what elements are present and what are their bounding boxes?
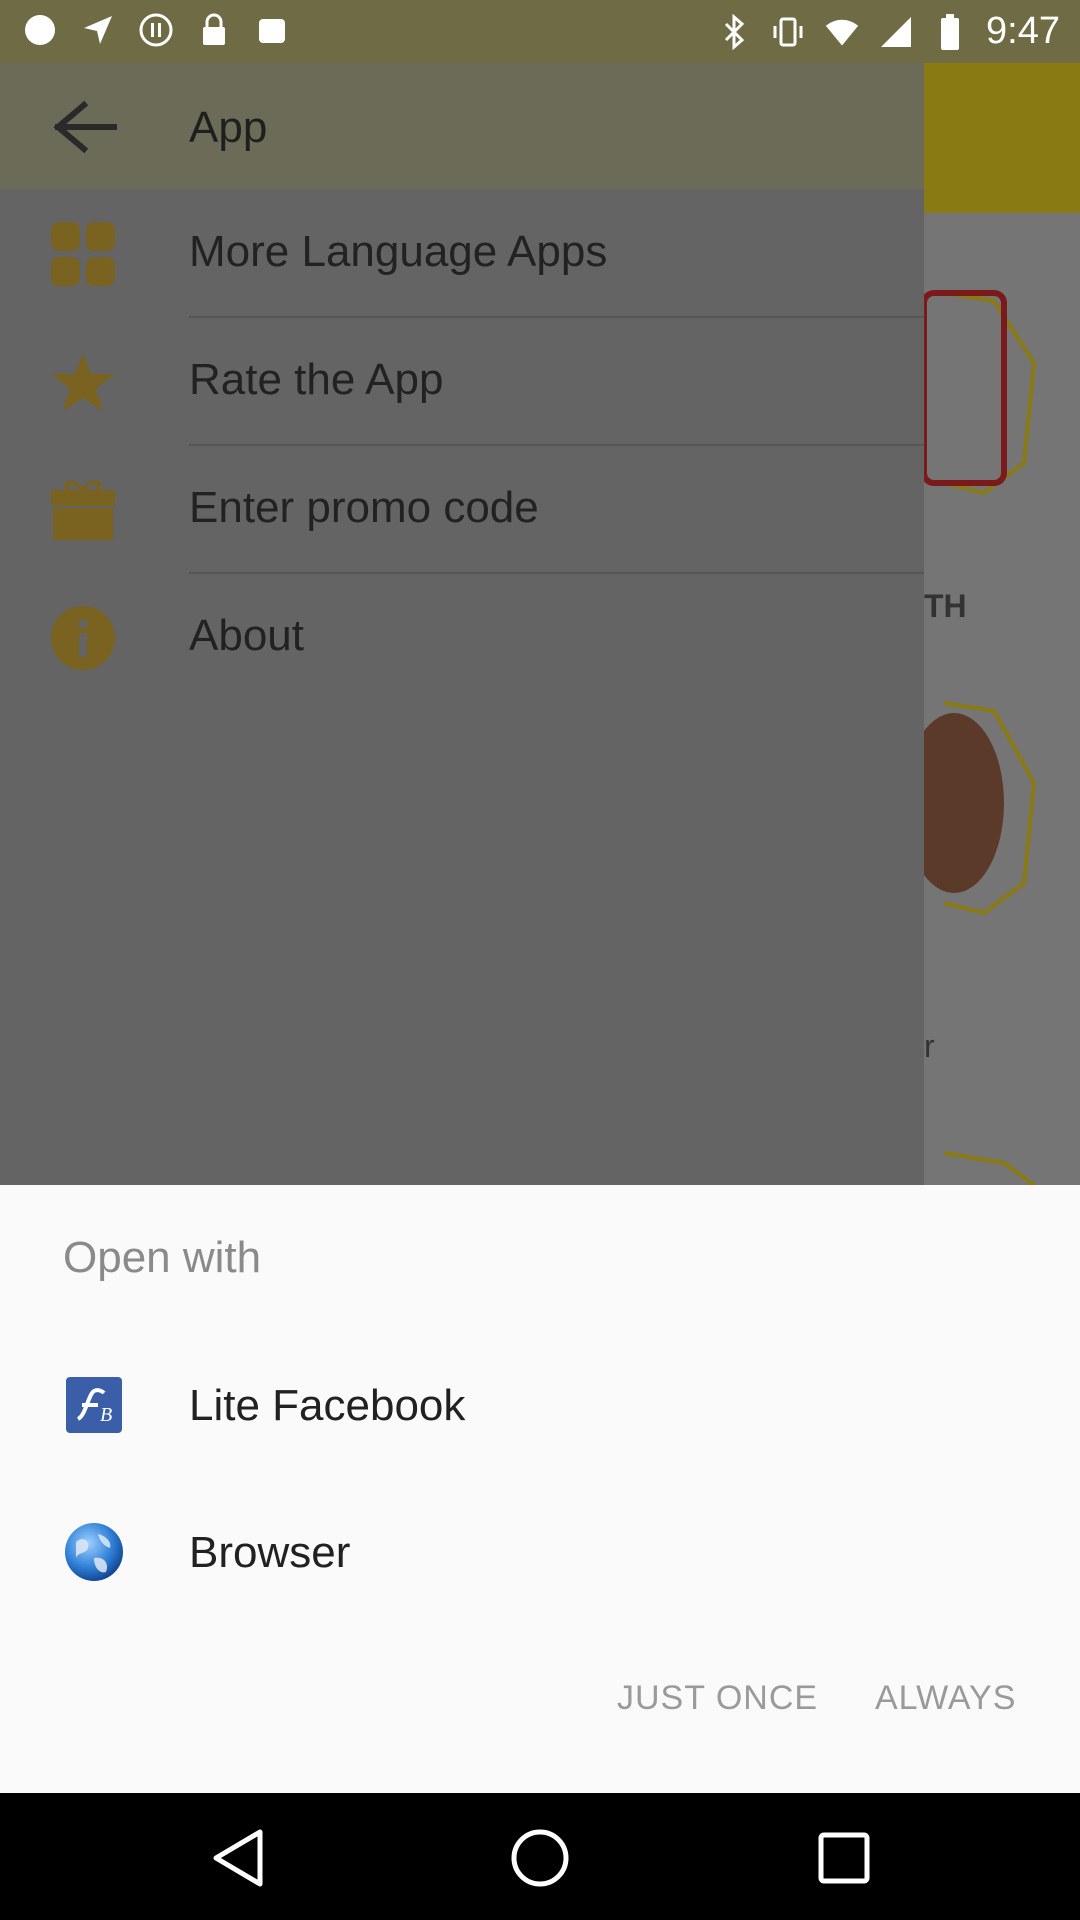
drawer-header: App: [0, 63, 924, 189]
vibrate-icon: [770, 14, 806, 50]
status-bar: 9:47: [0, 0, 1080, 63]
browser-globe-icon: [64, 1522, 124, 1582]
menu-item-enter-promo-code[interactable]: Enter promo code: [0, 445, 924, 573]
lock-icon: [196, 12, 232, 48]
wifi-icon: [824, 14, 860, 50]
home-nav-icon[interactable]: [505, 1823, 575, 1893]
always-button[interactable]: ALWAYS: [875, 1679, 1016, 1718]
option-label: Lite Facebook: [189, 1381, 466, 1430]
option-label: Browser: [189, 1528, 351, 1577]
status-right-icons: 9:47: [716, 10, 1060, 53]
open-with-sheet: Open with B Lite Facebook Browser JUST O…: [0, 1185, 1080, 1793]
info-icon: [50, 605, 116, 671]
star-icon: [50, 349, 116, 415]
lite-facebook-icon: B: [64, 1375, 124, 1435]
menu-item-label: More Language Apps: [189, 227, 608, 276]
status-time: 9:47: [986, 10, 1060, 52]
option-lite-facebook[interactable]: B Lite Facebook: [0, 1335, 1080, 1475]
menu-item-rate-the-app[interactable]: Rate the App: [0, 317, 924, 445]
background-app: TH r App More Language Apps Rate the App…: [0, 63, 1080, 1185]
signal-icon: [878, 14, 914, 50]
menu-item-label: Enter promo code: [189, 483, 539, 532]
menu-item-label: Rate the App: [189, 355, 444, 404]
menu-item-more-language-apps[interactable]: More Language Apps: [0, 189, 924, 317]
grid-apps-icon: [50, 221, 116, 287]
just-once-button[interactable]: JUST ONCE: [617, 1679, 818, 1718]
navigation-bar: [0, 1793, 1080, 1920]
fake-gps-icon: [80, 12, 116, 48]
drawer-title: App: [189, 103, 268, 152]
recents-nav-icon[interactable]: [809, 1823, 879, 1893]
battery-icon: [932, 13, 968, 50]
navigation-drawer: App More Language Apps Rate the App Ente…: [0, 63, 924, 1185]
option-browser[interactable]: Browser: [0, 1482, 1080, 1622]
pause-icon: [138, 12, 174, 48]
menu-item-about[interactable]: About: [0, 573, 924, 701]
notification-dot-icon: [22, 12, 58, 48]
clipboard-icon: [254, 12, 290, 48]
status-left-icons: [22, 12, 290, 48]
background-partial-text-2: r: [924, 1028, 935, 1064]
background-content-strip: TH r: [924, 63, 1080, 1185]
sheet-title: Open with: [63, 1233, 262, 1282]
background-partial-text-1: TH: [924, 588, 967, 624]
back-arrow-icon[interactable]: [50, 99, 120, 155]
gift-icon: [50, 477, 116, 543]
svg-text:B: B: [100, 1404, 112, 1426]
back-nav-icon[interactable]: [203, 1823, 273, 1893]
menu-item-label: About: [189, 611, 304, 660]
bluetooth-icon: [716, 13, 752, 50]
